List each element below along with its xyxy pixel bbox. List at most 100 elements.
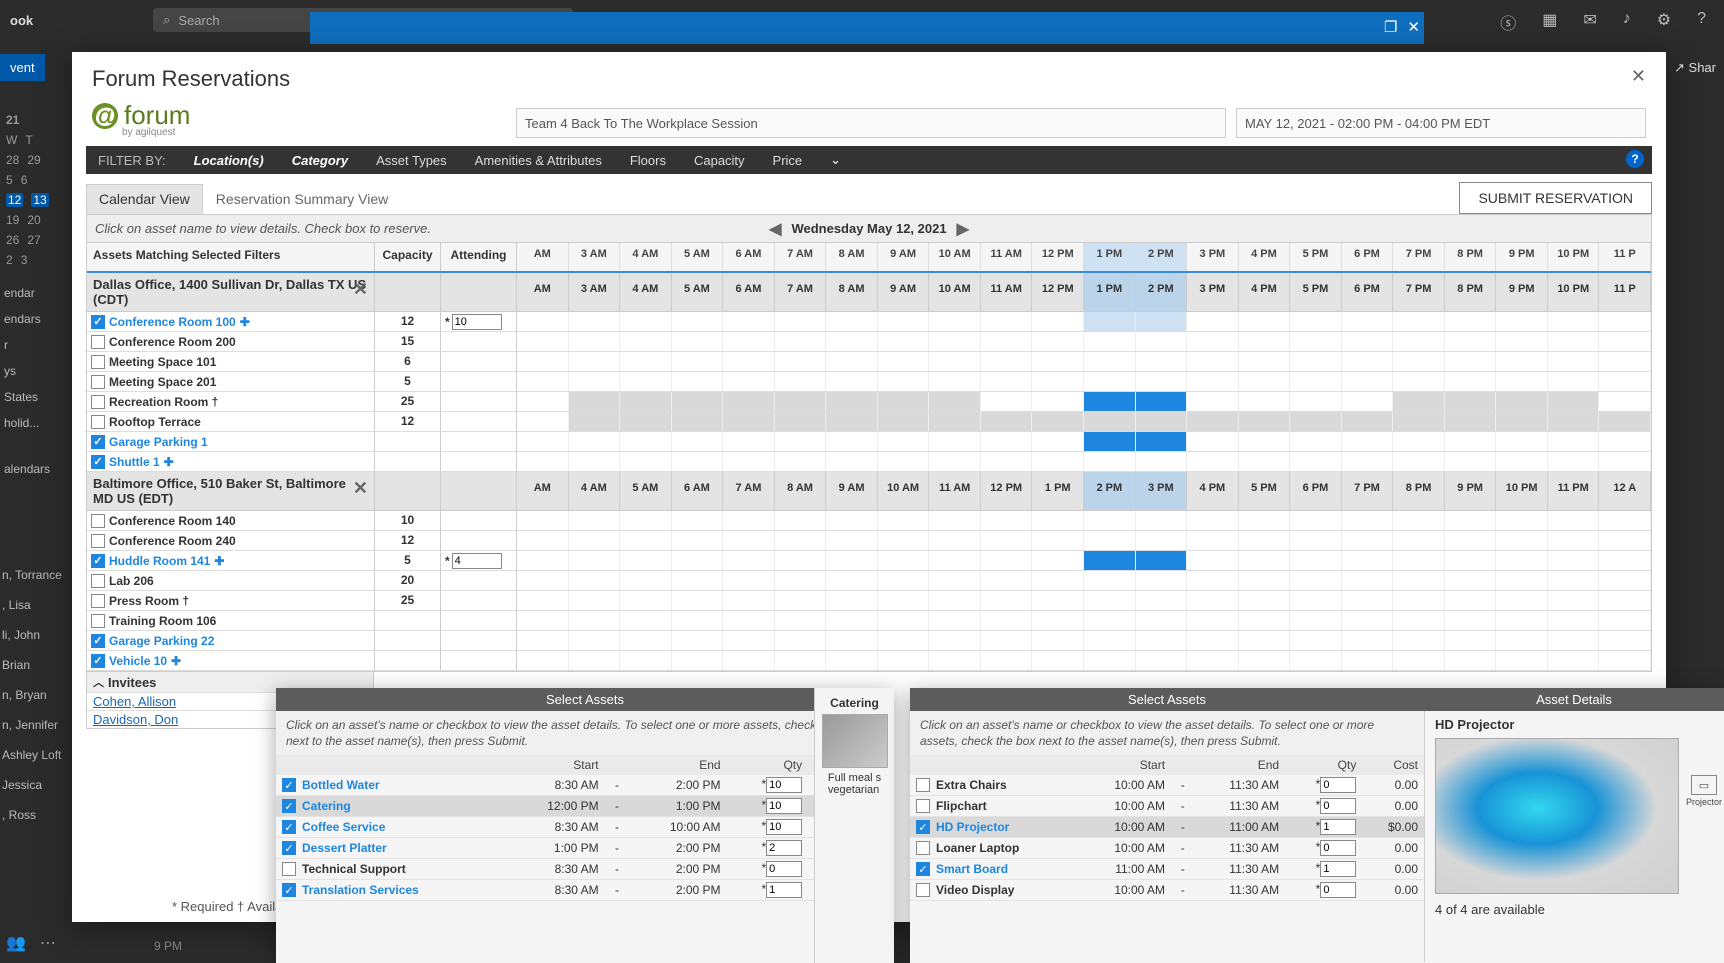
time-slot[interactable] [672,372,724,391]
asset-name[interactable]: Catering [302,799,351,813]
time-slot[interactable] [1599,551,1651,570]
time-slot[interactable] [1084,631,1136,650]
asset-name[interactable]: Vehicle 10 [109,654,167,668]
time-slot[interactable] [1290,551,1342,570]
time-slot[interactable] [981,611,1033,630]
time-slot[interactable] [878,332,930,351]
asset-name[interactable]: Flipchart [936,799,987,813]
time-slot[interactable] [723,412,775,431]
asset-checkbox[interactable]: ✓ [91,315,105,329]
prev-day-icon[interactable]: ◀ [769,219,781,239]
time-slot[interactable] [1342,651,1394,670]
time-slot[interactable] [981,591,1033,610]
time-slot[interactable] [826,452,878,471]
time-slot[interactable] [672,352,724,371]
more-icon[interactable]: ⋯ [40,933,56,953]
time-slot[interactable] [723,551,775,570]
time-slot[interactable] [569,312,621,331]
time-slot[interactable] [1342,452,1394,471]
time-slot[interactable] [775,352,827,371]
time-slot[interactable] [1496,452,1548,471]
time-slot[interactable] [1084,531,1136,550]
time-slot[interactable] [1187,631,1239,650]
time-slot[interactable] [620,332,672,351]
time-slot[interactable] [672,452,724,471]
time-slot[interactable] [826,571,878,590]
time-slot[interactable] [929,531,981,550]
time-slot[interactable] [723,631,775,650]
time-slot[interactable] [569,631,621,650]
asset-checkbox[interactable]: ✓ [91,455,105,469]
gear-icon[interactable]: ⚙ [1657,10,1671,34]
time-slot[interactable] [1136,372,1188,391]
time-slot[interactable] [1445,531,1497,550]
time-slot[interactable] [1548,332,1600,351]
time-slot[interactable] [1393,392,1445,411]
asset-checkbox[interactable]: ✓ [91,435,105,449]
time-slot[interactable] [775,551,827,570]
time-slot[interactable] [981,531,1033,550]
time-slot[interactable] [1599,332,1651,351]
time-slot[interactable] [826,412,878,431]
time-slot[interactable] [620,531,672,550]
asset-name[interactable]: Huddle Room 141 [109,554,210,568]
time-slot[interactable] [1032,631,1084,650]
time-slot[interactable] [1393,432,1445,451]
time-slot[interactable] [826,432,878,451]
time-slot[interactable] [1084,511,1136,530]
time-slot[interactable] [1187,312,1239,331]
time-slot[interactable] [1342,332,1394,351]
time-slot[interactable] [569,412,621,431]
time-slot[interactable] [1239,352,1291,371]
time-slot[interactable] [1445,312,1497,331]
time-slot[interactable] [1548,571,1600,590]
time-slot[interactable] [569,392,621,411]
time-slot[interactable] [1187,432,1239,451]
time-slot[interactable] [1548,372,1600,391]
attending-input[interactable] [452,314,502,330]
asset-checkbox[interactable] [91,514,105,528]
time-slot[interactable] [1548,452,1600,471]
time-slot[interactable] [517,352,569,371]
time-slot[interactable] [1032,452,1084,471]
calendar-icon[interactable]: ▦ [1542,10,1557,34]
time-slot[interactable] [723,432,775,451]
time-slot[interactable] [1496,511,1548,530]
time-slot[interactable] [1548,651,1600,670]
time-slot[interactable] [672,392,724,411]
time-slot[interactable] [620,571,672,590]
attending-input[interactable] [452,553,502,569]
time-slot[interactable] [1239,312,1291,331]
time-slot[interactable] [981,631,1033,650]
time-slot[interactable] [1239,651,1291,670]
asset-name[interactable]: Dessert Platter [302,841,387,855]
time-slot[interactable] [1599,452,1651,471]
time-slot[interactable] [517,332,569,351]
time-slot[interactable] [620,511,672,530]
time-slot[interactable] [1136,511,1188,530]
asset-checkbox[interactable] [91,415,105,429]
event-datetime-input[interactable] [1236,108,1646,138]
time-slot[interactable] [1599,571,1651,590]
time-slot[interactable] [672,332,724,351]
time-slot[interactable] [1290,352,1342,371]
time-slot[interactable] [878,591,930,610]
time-slot[interactable] [1239,531,1291,550]
time-slot[interactable] [1032,531,1084,550]
projector-icon[interactable]: ▭ [1691,775,1717,795]
time-slot[interactable] [517,571,569,590]
asset-checkbox[interactable]: ✓ [282,799,296,813]
qty-input[interactable] [766,882,802,898]
time-slot[interactable] [1290,412,1342,431]
filter-locations[interactable]: Location(s) [194,153,264,168]
time-slot[interactable] [929,571,981,590]
time-slot[interactable] [1393,332,1445,351]
asset-name[interactable]: Press Room † [109,594,189,608]
asset-name[interactable]: HD Projector [936,820,1009,834]
time-slot[interactable] [1599,352,1651,371]
time-slot[interactable] [878,531,930,550]
time-slot[interactable] [1342,352,1394,371]
time-slot[interactable] [826,392,878,411]
time-slot[interactable] [1393,452,1445,471]
time-slot[interactable] [1032,312,1084,331]
